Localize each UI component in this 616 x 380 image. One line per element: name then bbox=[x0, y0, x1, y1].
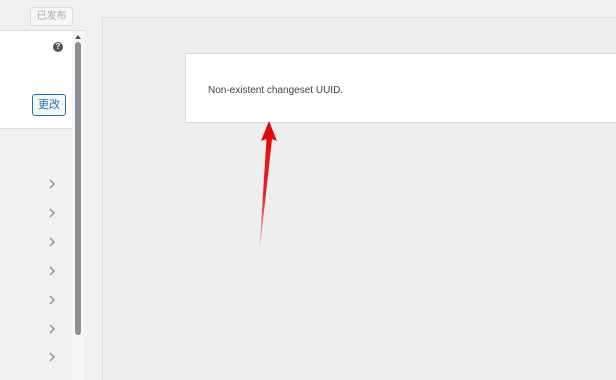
customizer-header: 已发布 bbox=[0, 0, 84, 31]
customizer-window: 已发布 ? 更改 Non-existent changeset UUID. bbox=[0, 0, 616, 380]
error-notice: Non-existent changeset UUID. bbox=[185, 53, 616, 123]
error-message: Non-existent changeset UUID. bbox=[208, 85, 344, 96]
preview-frame: Non-existent changeset UUID. bbox=[102, 17, 616, 380]
section-item[interactable] bbox=[0, 286, 72, 315]
section-item[interactable] bbox=[0, 257, 72, 286]
customizer-info-panel: ? 更改 bbox=[0, 31, 72, 129]
change-theme-button[interactable]: 更改 bbox=[32, 94, 66, 116]
chevron-right-icon bbox=[49, 266, 55, 276]
chevron-right-icon bbox=[49, 179, 55, 189]
section-item[interactable] bbox=[0, 170, 72, 199]
customizer-sidebar: 已发布 ? 更改 bbox=[0, 0, 84, 380]
sidebar-scrollbar[interactable] bbox=[72, 31, 84, 380]
chevron-right-icon bbox=[49, 352, 55, 362]
annotation-arrow-icon bbox=[259, 121, 277, 257]
customizer-section-list bbox=[0, 129, 72, 380]
scroll-up-arrow-icon[interactable] bbox=[74, 33, 82, 41]
chevron-right-icon bbox=[49, 208, 55, 218]
help-icon[interactable]: ? bbox=[53, 42, 63, 52]
chevron-right-icon bbox=[49, 295, 55, 305]
section-item[interactable] bbox=[0, 315, 72, 344]
scrollbar-thumb[interactable] bbox=[75, 42, 81, 335]
section-item[interactable] bbox=[0, 199, 72, 228]
published-button[interactable]: 已发布 bbox=[30, 7, 73, 26]
section-item[interactable] bbox=[0, 343, 72, 372]
section-item[interactable] bbox=[0, 228, 72, 257]
chevron-right-icon bbox=[49, 324, 55, 334]
chevron-right-icon bbox=[49, 237, 55, 247]
